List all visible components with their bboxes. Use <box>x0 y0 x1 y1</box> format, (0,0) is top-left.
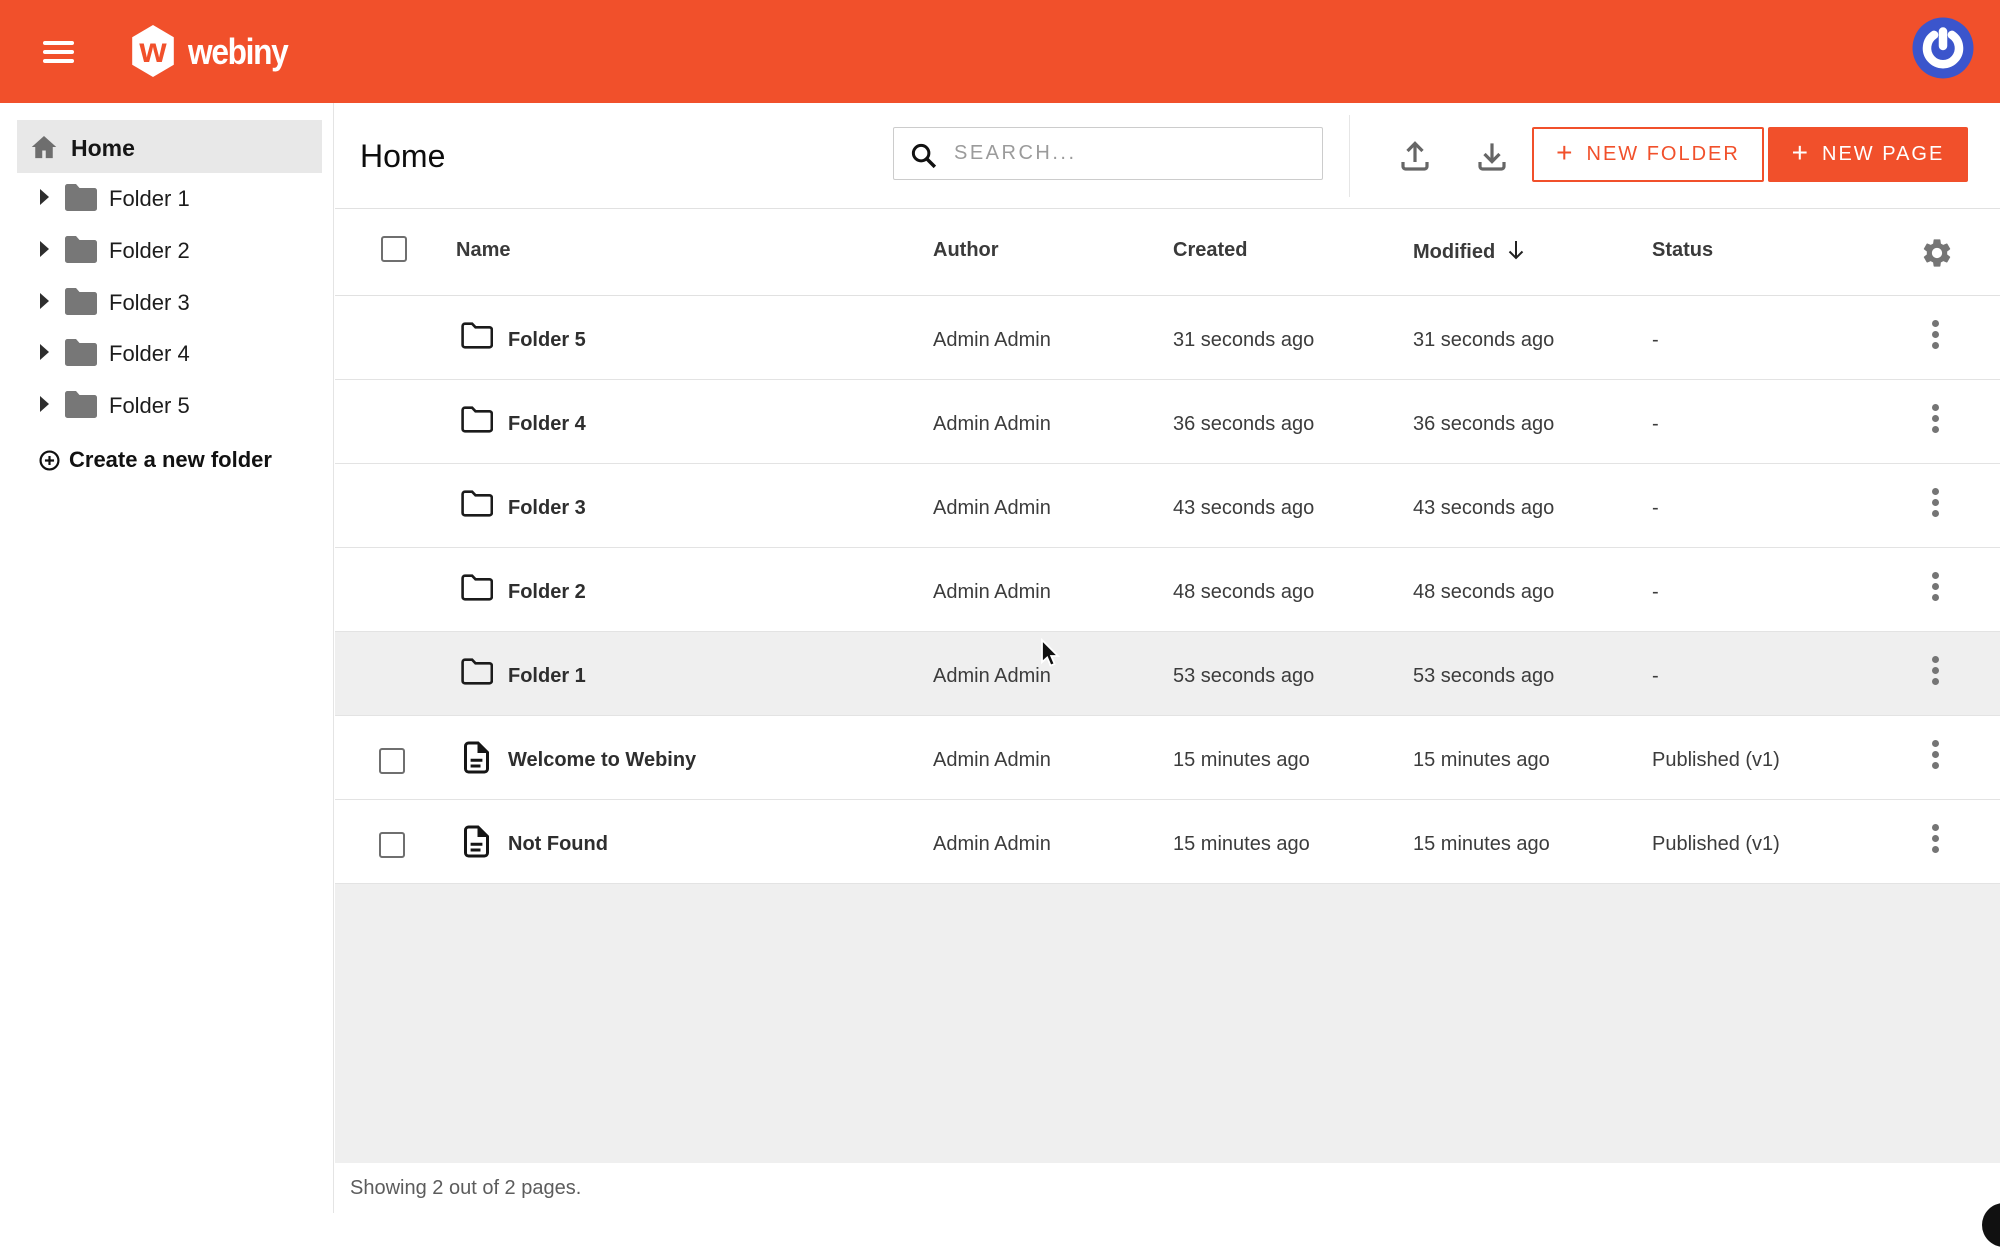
svg-text:w: w <box>138 31 167 70</box>
